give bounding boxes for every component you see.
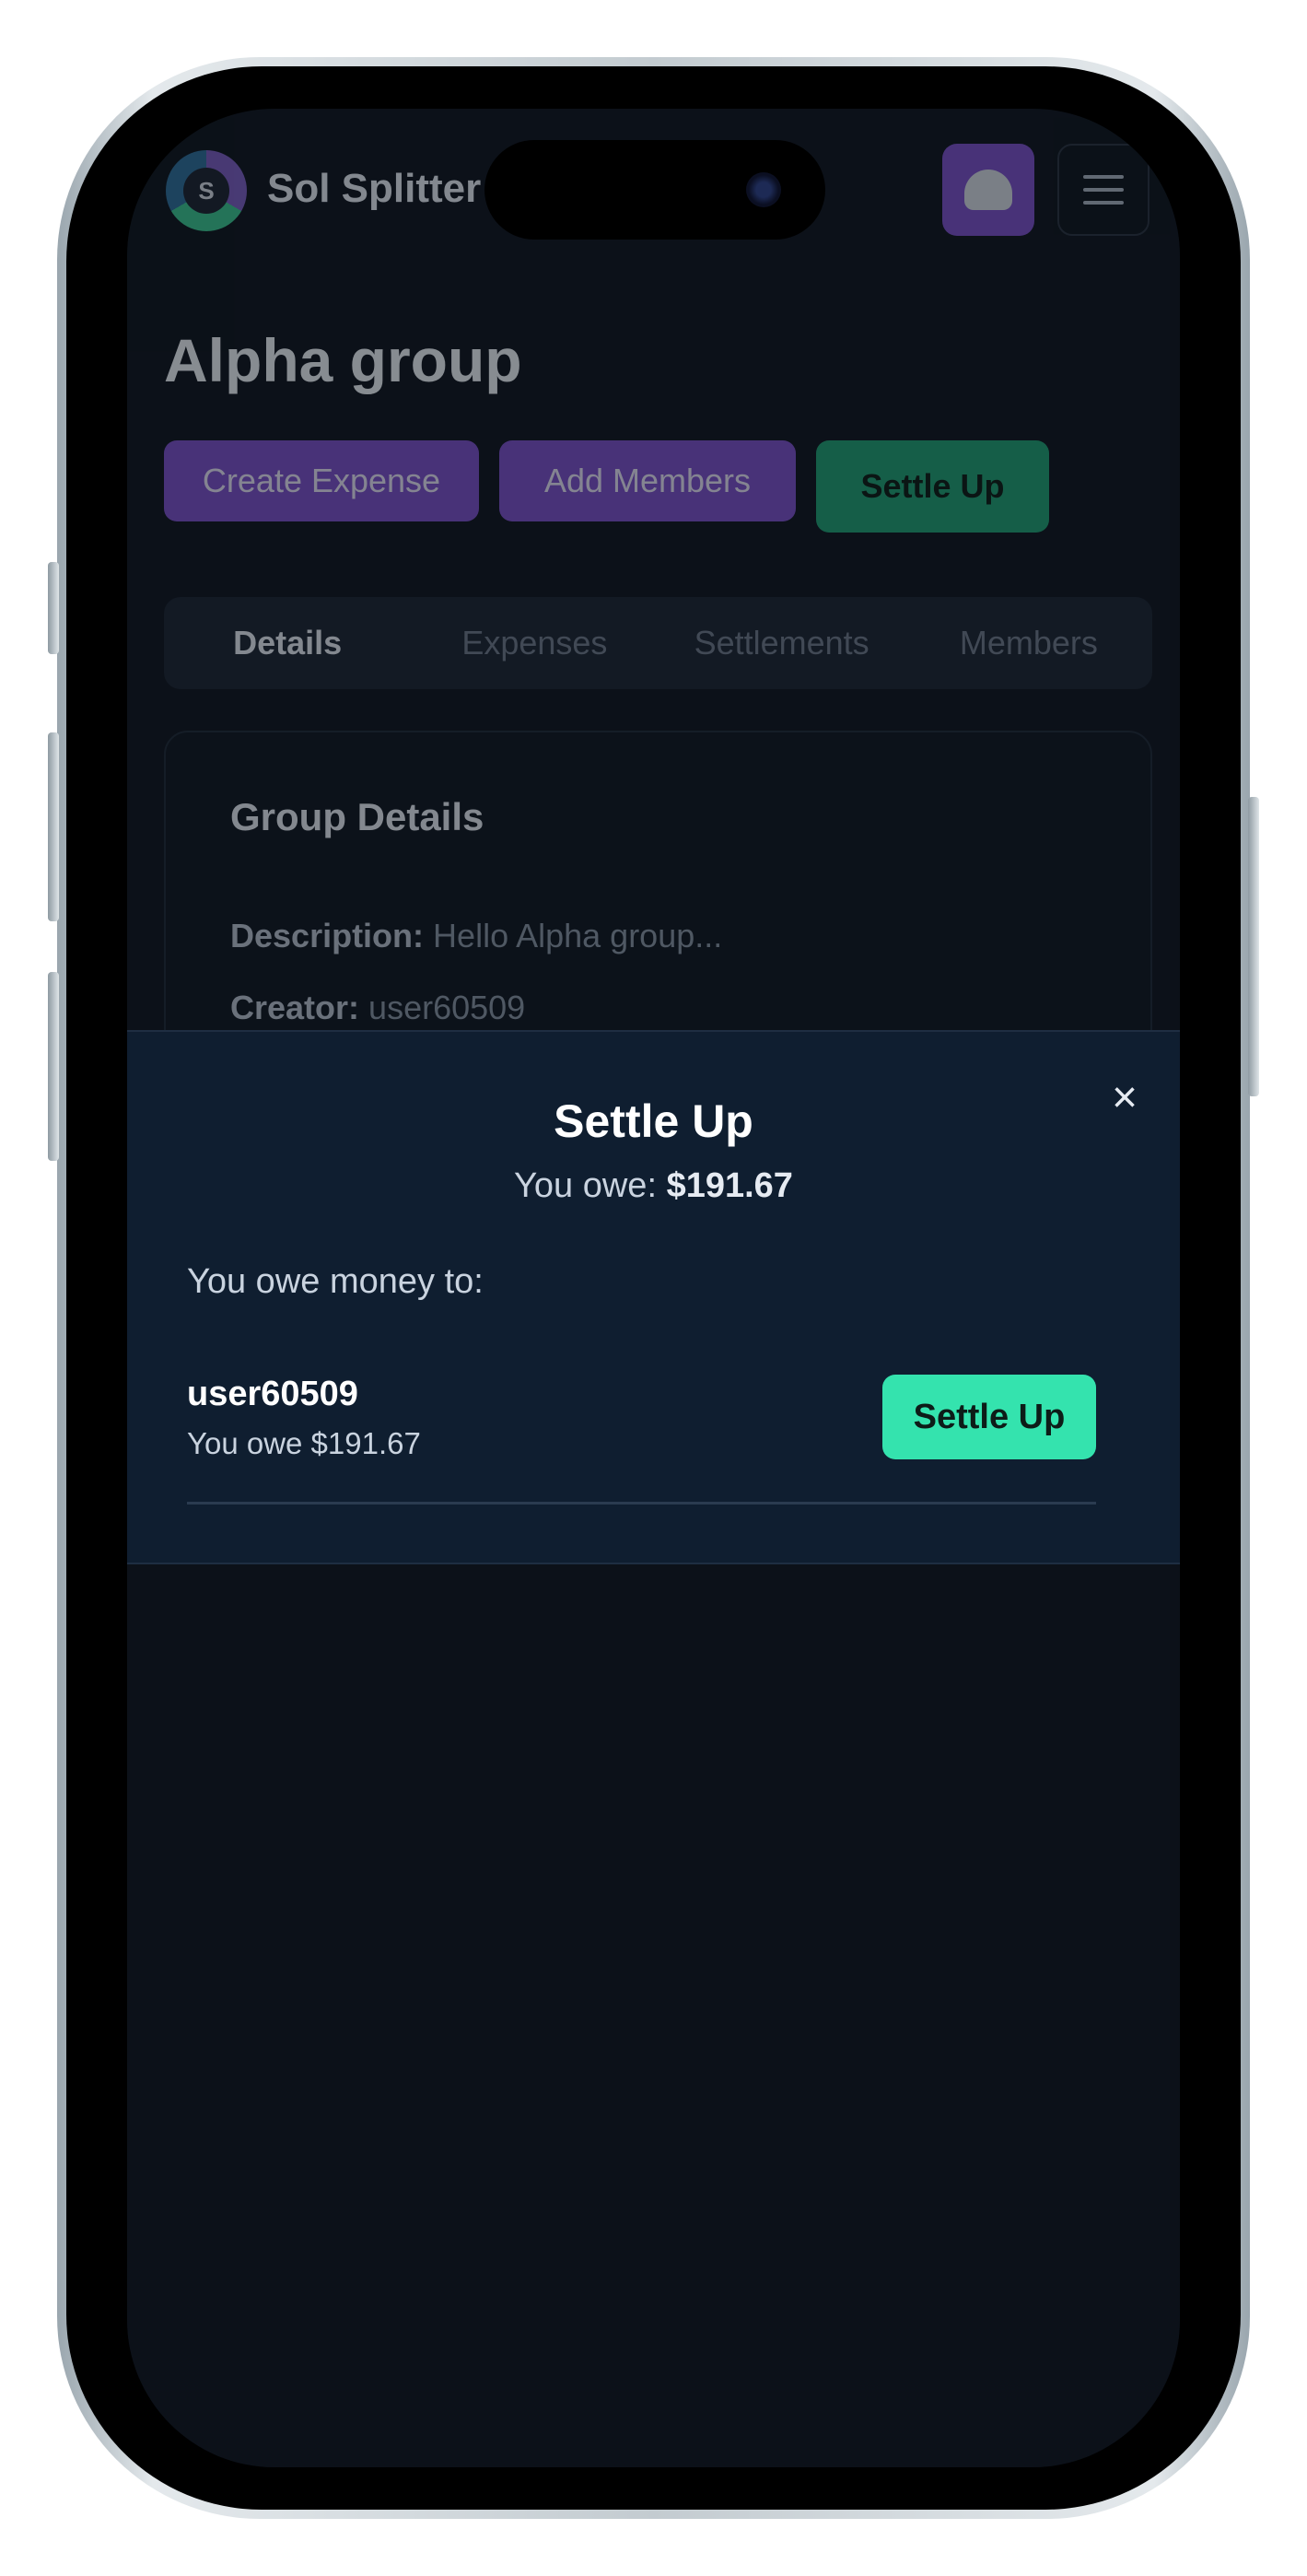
power-button-hw <box>1248 797 1259 1096</box>
settle-up-modal: × Settle Up You owe: $191.67 You owe mon… <box>127 1030 1180 1564</box>
debt-settle-up-button[interactable]: Settle Up <box>882 1375 1096 1459</box>
settle-up-button[interactable]: Settle Up <box>816 440 1049 533</box>
volume-down-button-hw <box>48 972 59 1161</box>
avatar-button[interactable] <box>942 144 1034 236</box>
add-members-button[interactable]: Add Members <box>499 440 796 521</box>
you-owe-label: You owe: <box>514 1166 657 1205</box>
debt-amount: You owe $191.67 <box>187 1426 421 1460</box>
create-expense-button[interactable]: Create Expense <box>164 440 479 521</box>
you-owe-summary: You owe: $191.67 <box>127 1166 1180 1206</box>
hamburger-menu-icon <box>1083 175 1124 179</box>
debt-divider <box>187 1502 1096 1505</box>
tab-expenses[interactable]: Expenses <box>411 624 658 662</box>
creator-value: user60509 <box>368 989 526 1026</box>
modal-title: Settle Up <box>554 1095 753 1147</box>
group-tabs: Details Expenses Settlements Members <box>164 597 1152 689</box>
creator-label: Creator: <box>230 989 360 1026</box>
description-row: Description: Hello Alpha group... <box>230 917 722 955</box>
you-owe-amount: $191.67 <box>666 1166 793 1205</box>
tab-details[interactable]: Details <box>164 624 411 662</box>
brand-name[interactable]: Sol Splitter <box>267 166 481 212</box>
description-label: Description: <box>230 917 425 954</box>
action-button-hw <box>48 562 59 654</box>
tab-members[interactable]: Members <box>905 624 1152 662</box>
page-title: Alpha group <box>164 326 522 394</box>
device-screen: S Sol Splitter Alpha group Create Expens… <box>127 109 1180 2467</box>
logo-glyph: S <box>183 168 229 214</box>
description-value: Hello Alpha group... <box>433 917 723 954</box>
volume-up-button-hw <box>48 732 59 921</box>
owe-to-label: You owe money to: <box>187 1262 484 1301</box>
tab-settlements[interactable]: Settlements <box>659 624 905 662</box>
dynamic-island <box>484 140 825 240</box>
hamburger-menu-button[interactable] <box>1057 144 1149 236</box>
sol-splitter-logo-icon[interactable]: S <box>166 150 247 231</box>
creator-row: Creator: user60509 <box>230 989 525 1027</box>
group-details-title: Group Details <box>230 795 484 838</box>
ghost-avatar-icon <box>964 170 1012 210</box>
debt-user-name: user60509 <box>187 1375 358 1413</box>
camera-icon <box>746 172 781 207</box>
